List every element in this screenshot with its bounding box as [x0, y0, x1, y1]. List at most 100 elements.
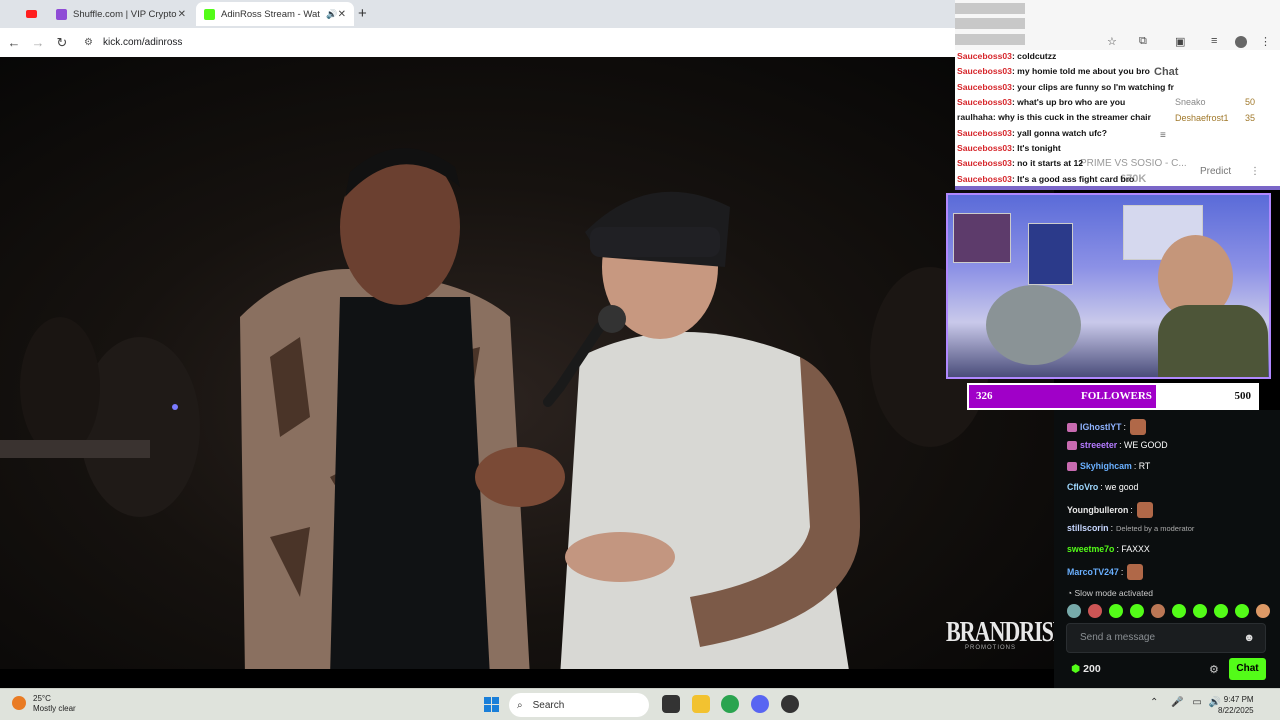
sidepanel-icon[interactable]: ▣ [1175, 35, 1185, 48]
overlay-chat-line: Sauceboss03: what's up bro who are you [957, 97, 1125, 107]
overlay-chat-user[interactable]: Sauceboss03 [957, 143, 1012, 153]
overlay-chat-user[interactable]: Sauceboss03 [957, 97, 1012, 107]
emoji-icon[interactable]: ☻ [1243, 632, 1255, 644]
overlay-chat-user[interactable]: Sauceboss03 [957, 51, 1012, 61]
emote-icon[interactable] [1172, 604, 1186, 618]
search-label: Search [532, 699, 565, 711]
filter-icon[interactable]: ≡ [1160, 130, 1166, 141]
clock-time: 9:47 PM [1223, 695, 1254, 704]
task-view-icon[interactable] [662, 695, 680, 713]
chat-input[interactable]: Send a message ☻ [1066, 623, 1266, 653]
url-field[interactable]: ⚙ kick.com/adinross [84, 37, 182, 48]
site-info-icon[interactable]: ⚙ [84, 37, 93, 48]
tab-shuffle[interactable]: Shuffle.com | VIP Crypto Casino ✕ [26, 2, 194, 26]
overlay-chat-line: Sauceboss03: your clips are funny so I'm… [957, 82, 1174, 92]
network-icon[interactable]: ▭ [1192, 697, 1201, 708]
file-explorer-icon[interactable] [692, 695, 710, 713]
overlay-chat-line: Sauceboss03: It's tonight [957, 143, 1061, 153]
emote-bar [1067, 604, 1270, 618]
taskbar: 25°C Mostly clear ⌕ Search ⌃ 🎤 ▭ 🔊 9:47 … [0, 688, 1280, 720]
leaderboard-name: Deshaefrost1 [1175, 113, 1229, 123]
points-value: 200 [1083, 663, 1101, 675]
chat-username[interactable]: MarcoTV247 [1067, 567, 1119, 577]
overlay-chat-user[interactable]: raulhaha [957, 112, 993, 122]
close-icon[interactable]: ✕ [178, 9, 186, 20]
points-icon: ⬢ [1071, 663, 1081, 675]
chat-username[interactable]: sweetme7o [1067, 544, 1114, 554]
emote-icon[interactable] [1256, 604, 1270, 618]
weather-widget[interactable]: 25°C Mostly clear [12, 694, 76, 714]
chrome-icon[interactable] [721, 695, 739, 713]
more-icon[interactable]: ⋮ [1250, 166, 1260, 177]
discord-icon[interactable] [751, 695, 769, 713]
back-button[interactable]: ← [2, 35, 26, 50]
chat-message: CfloVro: we good [1067, 482, 1138, 492]
star-icon[interactable]: ☆ [1107, 35, 1117, 48]
youtube-icon [26, 10, 37, 18]
emote-icon[interactable] [1130, 604, 1144, 618]
chat-username[interactable]: Skyhighcam [1080, 461, 1132, 471]
video-player[interactable]: BRANDRISK PROMOTIONS [0, 57, 1054, 687]
overlay-chat-text: : what's up bro who are you [1011, 97, 1126, 107]
address-bar: ← → ↻ ⚙ kick.com/adinross [0, 28, 955, 57]
chat-message: IGhostIYT: [1067, 419, 1146, 435]
more-icon[interactable]: ⋮ [1260, 35, 1271, 48]
overlay-chat-line: Sauceboss03: yall gonna watch ufc? [957, 128, 1107, 138]
overlay-chat-text: : your clips are funny so I'm watching f… [1011, 82, 1174, 92]
subscriber-badge-icon [1067, 461, 1077, 471]
forward-button[interactable]: → [26, 35, 50, 50]
taskbar-search[interactable]: ⌕ Search [509, 693, 649, 717]
overlay-chat-user[interactable]: Sauceboss03 [957, 158, 1012, 168]
emote-icon[interactable] [1193, 604, 1207, 618]
emote-icon[interactable] [1235, 604, 1249, 618]
webcam-overlay [946, 193, 1271, 379]
deleted-notice: Deleted by a moderator [1116, 523, 1195, 533]
system-tray[interactable]: ⌃ 🎤 ▭ 🔊 [1150, 697, 1221, 708]
kick-favicon-icon [204, 8, 215, 20]
overlay-chat-user[interactable]: Sauceboss03 [957, 66, 1012, 76]
extensions-icon[interactable]: ⧉ [1139, 35, 1147, 48]
chat-username[interactable]: streeeter [1080, 440, 1117, 450]
emote-icon[interactable] [1067, 604, 1081, 618]
wall-poster [1028, 223, 1073, 285]
avatar[interactable] [1235, 36, 1247, 48]
predict-button[interactable]: Predict [1200, 166, 1231, 177]
emote-icon [1130, 419, 1146, 435]
playlist-icon[interactable]: ≡ [1211, 35, 1217, 47]
close-icon[interactable]: ✕ [338, 9, 346, 20]
reload-button[interactable]: ↻ [50, 35, 74, 51]
overlay-chat-line: Sauceboss03: It's a good ass fight card … [957, 174, 1134, 184]
overlay-chat-user[interactable]: Sauceboss03 [957, 174, 1012, 184]
overlay-chat-text: : It's tonight [1011, 143, 1061, 153]
app-icon[interactable] [781, 695, 799, 713]
chat-username[interactable]: Youngbulleron [1067, 505, 1128, 515]
emote-icon[interactable] [1088, 604, 1102, 618]
clock[interactable]: 9:47 PM 8/22/2025 [1218, 694, 1254, 716]
chat-text: : FAXXX [1116, 544, 1150, 554]
emote-icon[interactable] [1151, 604, 1165, 618]
overlay-chat-user[interactable]: Sauceboss03 [957, 128, 1012, 138]
channel-points[interactable]: ⬢ 200 [1071, 663, 1101, 675]
overlay-chat-text: : my homie told me about you bro [1011, 66, 1150, 76]
chat-username[interactable]: CfloVro [1067, 482, 1098, 492]
tray-chevron-icon[interactable]: ⌃ [1150, 697, 1158, 708]
emote-icon[interactable] [1214, 604, 1228, 618]
chat-heading: Chat [1154, 66, 1179, 78]
chat-username[interactable]: stillscorin [1067, 523, 1109, 533]
chat-text: : [1110, 523, 1114, 533]
tab-kick[interactable]: AdinRoss Stream - Watch Live 🔊 ✕ [196, 2, 354, 26]
weather-icon [12, 696, 26, 710]
overlay-chat-line: Sauceboss03: coldcutzz [957, 51, 1056, 61]
chat-username[interactable]: IGhostIYT [1080, 422, 1122, 432]
chat-text: : [1130, 505, 1133, 515]
overlay-chat-user[interactable]: Sauceboss03 [957, 82, 1012, 92]
send-chat-button[interactable]: Chat [1229, 658, 1266, 680]
chat-message: Skyhighcam: RT [1067, 461, 1150, 471]
search-icon: ⌕ [517, 699, 523, 711]
windows-start-icon[interactable] [484, 697, 499, 712]
speaker-icon[interactable]: 🔊 [326, 9, 337, 20]
gear-icon[interactable]: ⚙ [1209, 663, 1219, 676]
mic-icon[interactable]: 🎤 [1171, 697, 1183, 708]
new-tab-button[interactable]: + [358, 5, 367, 22]
emote-icon[interactable] [1109, 604, 1123, 618]
